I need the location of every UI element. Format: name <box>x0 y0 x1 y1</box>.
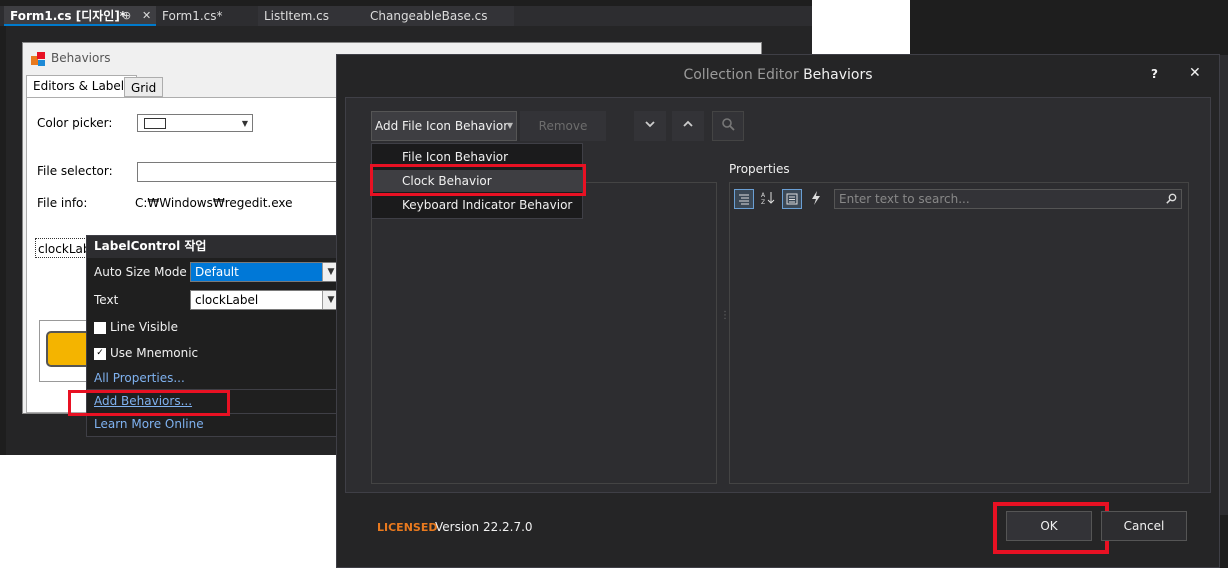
tab-form1-designer[interactable]: Form1.cs [디자인]* ⊕ ✕ <box>4 6 156 26</box>
chevron-up-icon <box>683 120 693 127</box>
file-info-label: File info: <box>37 196 88 210</box>
text-input[interactable]: clockLabel ▼ <box>190 290 340 310</box>
close-icon[interactable]: ✕ <box>142 6 151 26</box>
auto-size-mode-select[interactable]: Default ▼ <box>190 262 340 282</box>
annotation-highlight-clock-behavior <box>370 164 586 196</box>
search-button[interactable] <box>712 111 744 141</box>
auto-size-mode-label: Auto Size Mode <box>94 265 187 279</box>
tab-label: Form1.cs [디자인]* <box>10 9 127 23</box>
property-grid[interactable]: AZ Enter text to search... <box>729 182 1189 484</box>
tab-editors-labels[interactable]: Editors & Labels <box>26 75 138 97</box>
properties-label: Properties <box>729 162 790 176</box>
smart-tag-title: LabelControl 작업 <box>87 236 337 258</box>
chevron-down-icon <box>645 121 655 128</box>
properties-icon[interactable] <box>782 189 802 209</box>
help-button[interactable]: ? <box>1151 67 1158 81</box>
annotation-highlight-add-behaviors <box>68 390 230 416</box>
smart-tag-panel: LabelControl 작업 Auto Size Mode Default ▼… <box>68 235 340 437</box>
tab-changeablebase[interactable]: ChangeableBase.cs <box>364 6 514 26</box>
add-behavior-label: Add File Icon Behavior <box>375 119 509 133</box>
use-mnemonic-label: Use Mnemonic <box>110 346 199 360</box>
text-label: Text <box>94 293 119 307</box>
close-button[interactable]: ✕ <box>1189 65 1201 81</box>
line-visible-checkbox[interactable] <box>94 322 106 334</box>
sort-alphabetical-icon[interactable]: AZ <box>758 189 778 209</box>
dropdown-arrow-icon[interactable]: ▼ <box>242 115 248 132</box>
form-icon <box>31 52 45 66</box>
line-visible-label: Line Visible <box>110 320 179 334</box>
categorized-icon[interactable] <box>734 189 754 209</box>
pin-icon[interactable]: ⊕ <box>122 6 131 26</box>
clock-preview <box>39 320 92 382</box>
tab-label: ChangeableBase.cs <box>370 9 488 23</box>
search-placeholder: Enter text to search... <box>839 192 970 206</box>
use-mnemonic-checkbox[interactable]: ✓ <box>94 348 106 360</box>
tab-label: ListItem.cs <box>264 9 329 23</box>
cancel-button[interactable]: Cancel <box>1101 511 1187 541</box>
licensed-badge: LICENSED <box>377 521 438 534</box>
text-value: clockLabel <box>195 293 259 307</box>
chevron-down-icon[interactable]: ▼ <box>507 112 513 140</box>
annotation-highlight-ok <box>993 502 1109 554</box>
document-tabstrip: Form1.cs [디자인]* ⊕ ✕ Form1.cs* ListItem.c… <box>0 6 812 26</box>
color-picker-label: Color picker: <box>37 116 113 130</box>
remove-button[interactable]: Remove <box>520 111 606 141</box>
move-up-button[interactable] <box>672 111 704 141</box>
property-search-input[interactable]: Enter text to search... <box>834 189 1182 209</box>
dialog-body: Add File Icon Behavior ▼ Remove ⋮ Proper… <box>345 97 1211 493</box>
add-behavior-menu: File Icon Behavior Clock Behavior Keyboa… <box>370 143 586 219</box>
search-icon <box>1166 190 1177 210</box>
dialog-title: Collection Editor Behaviors <box>337 67 1219 83</box>
add-behavior-button[interactable]: Add File Icon Behavior ▼ <box>371 111 517 141</box>
auto-size-mode-value: Default <box>195 265 239 279</box>
all-properties-link[interactable]: All Properties... <box>94 371 185 385</box>
file-selector-input[interactable] <box>137 162 347 182</box>
tab-label: Form1.cs* <box>162 9 223 23</box>
color-picker-combo[interactable]: ▼ <box>137 114 253 132</box>
behaviors-list[interactable] <box>371 182 717 484</box>
svg-text:A: A <box>761 192 766 199</box>
file-selector-label: File selector: <box>37 164 113 178</box>
events-lightning-icon[interactable] <box>806 189 826 209</box>
dialog-title-name: Behaviors <box>803 67 873 83</box>
clock-label-control[interactable]: clockLabel <box>35 238 91 258</box>
learn-more-link[interactable]: Learn More Online <box>94 417 204 431</box>
tab-form1-code[interactable]: Form1.cs* <box>156 6 258 26</box>
search-icon <box>722 118 735 131</box>
tab-listitem[interactable]: ListItem.cs <box>258 6 364 26</box>
form-title: Behaviors <box>51 51 111 65</box>
svg-text:Z: Z <box>761 199 765 205</box>
move-down-button[interactable] <box>634 111 666 141</box>
color-swatch <box>144 118 166 129</box>
menu-item-keyboard-indicator-behavior[interactable]: Keyboard Indicator Behavior <box>372 194 582 216</box>
tab-grid[interactable]: Grid <box>124 77 164 97</box>
file-info-value: C:₩Windows₩regedit.exe <box>135 196 293 210</box>
collection-editor-dialog: Collection Editor Behaviors ? ✕ Add File… <box>336 54 1220 568</box>
dialog-title-prefix: Collection Editor <box>683 67 799 83</box>
version-text: Version 22.2.7.0 <box>435 520 533 534</box>
